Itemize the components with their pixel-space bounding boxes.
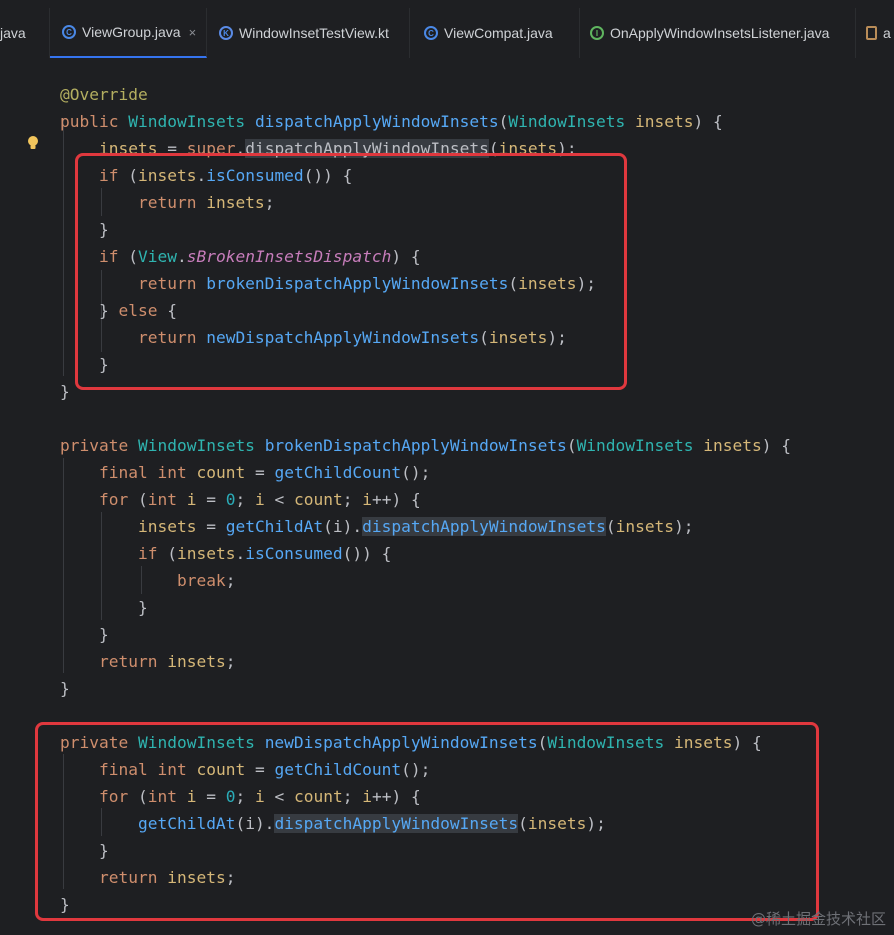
tab-viewgroup-java[interactable]: C ViewGroup.java × — [50, 8, 207, 58]
code-line: } — [60, 598, 148, 617]
code-line: } — [60, 382, 70, 401]
tab-windowinsettestview-kt[interactable]: K WindowInsetTestView.kt — [207, 8, 410, 58]
code-line: final int count = getChildCount(); — [98, 463, 431, 482]
code-line: if (insets.isConsumed()) { — [137, 544, 392, 563]
tab-label: OnApplyWindowInsetsListener.java — [610, 25, 830, 41]
code-line: private WindowInsets brokenDispatchApply… — [60, 436, 791, 455]
highlight-box-dispatch-body — [75, 153, 627, 390]
tab-viewcompat-java[interactable]: C ViewCompat.java — [410, 8, 580, 58]
tab-label: ViewGroup.java — [82, 24, 181, 40]
file-icon — [866, 26, 877, 40]
interface-icon: I — [590, 26, 604, 40]
kotlin-class-icon: K — [219, 26, 233, 40]
watermark: @稀土掘金技术社区 — [750, 910, 886, 928]
tab-label: a — [883, 25, 891, 41]
tab-java-partial[interactable]: java — [0, 8, 50, 58]
tab-label: ViewCompat.java — [444, 25, 553, 41]
code-line: public WindowInsets dispatchApplyWindowI… — [60, 112, 723, 131]
close-icon[interactable]: × — [189, 25, 197, 40]
tab-onapplywindowinsetslistener-java[interactable]: I OnApplyWindowInsetsListener.java — [580, 8, 856, 58]
code-line: } — [60, 625, 109, 644]
editor-tab-bar: java C ViewGroup.java × K WindowInsetTes… — [0, 0, 894, 59]
tab-label: java — [0, 25, 26, 41]
tab-label: WindowInsetTestView.kt — [239, 25, 389, 41]
code-line: @Override — [60, 85, 148, 104]
lightbulb-icon[interactable] — [27, 135, 39, 151]
code-line: for (int i = 0; i < count; i++) { — [98, 490, 421, 509]
class-icon: C — [62, 25, 76, 39]
code-line: insets = getChildAt(i).dispatchApplyWind… — [137, 517, 694, 536]
class-icon: C — [424, 26, 438, 40]
code-line: break; — [176, 571, 236, 590]
code-line: return insets; — [98, 652, 236, 671]
tab-partial-file[interactable]: a — [856, 8, 894, 58]
code-line: } — [60, 679, 70, 698]
highlight-box-new-dispatch — [35, 722, 819, 921]
